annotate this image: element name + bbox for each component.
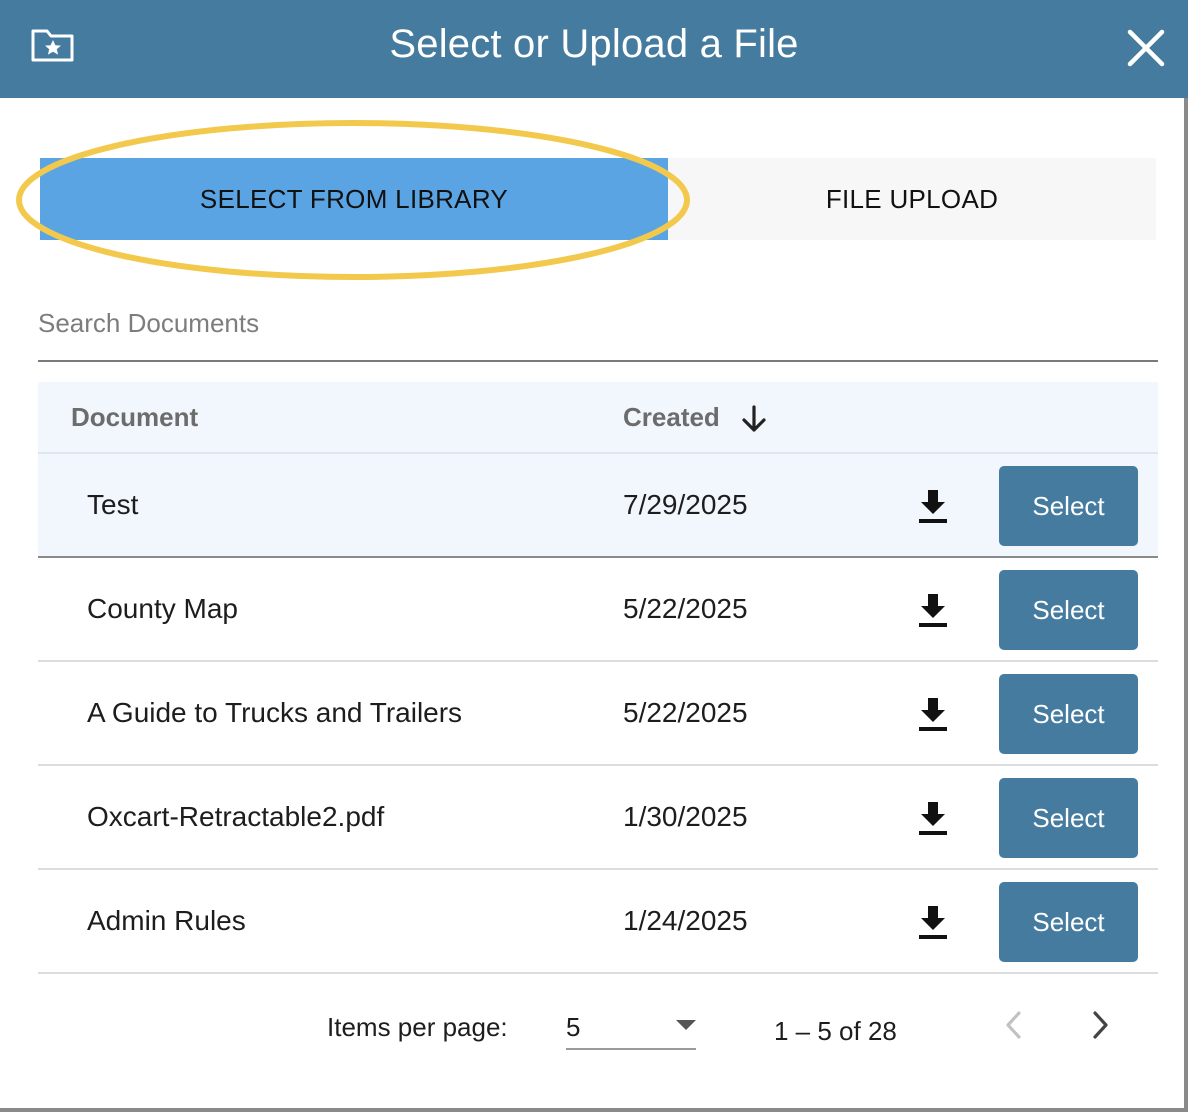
paginator: Items per page: 5 1 – 5 of 28 [0,990,1188,1070]
column-header-document[interactable]: Document [71,382,198,452]
document-name: Oxcart-Retractable2.pdf [87,801,385,832]
chevron-left-icon[interactable] [1000,1008,1026,1042]
search-input[interactable] [38,296,1158,350]
tab-select-from-library[interactable]: SELECT FROM LIBRARY [40,158,668,240]
download-icon[interactable] [916,904,950,940]
close-icon[interactable] [1124,26,1168,70]
table-row[interactable]: A Guide to Trucks and Trailers 5/22/2025… [38,662,1158,766]
dialog-title: Select or Upload a File [389,22,799,66]
download-icon[interactable] [916,696,950,732]
chevron-right-icon[interactable] [1088,1008,1114,1042]
created-date: 1/24/2025 [623,905,748,936]
created-date: 7/29/2025 [623,489,748,520]
items-per-page-value: 5 [566,1012,581,1042]
download-icon[interactable] [916,592,950,628]
document-name: Test [87,489,139,520]
table-row[interactable]: Test 7/29/2025 Select [38,454,1158,558]
select-button[interactable]: Select [999,882,1138,962]
search-field [38,296,1158,362]
table-row[interactable]: Admin Rules 1/24/2025 Select [38,870,1158,974]
caret-down-icon [676,1020,696,1030]
documents-table: Document Created Test 7/29/2025 Select C… [38,382,1158,974]
download-icon[interactable] [916,800,950,836]
document-name: Admin Rules [87,905,246,936]
tab-file-upload[interactable]: FILE UPLOAD [668,158,1156,240]
document-name: County Map [87,593,238,624]
items-per-page-select[interactable]: 5 [566,1002,696,1050]
select-button[interactable]: Select [999,674,1138,754]
select-button[interactable]: Select [999,466,1138,546]
created-date: 1/30/2025 [623,801,748,832]
table-header: Document Created [38,382,1158,454]
created-date: 5/22/2025 [623,697,748,728]
table-row[interactable]: Oxcart-Retractable2.pdf 1/30/2025 Select [38,766,1158,870]
arrow-down-icon[interactable] [740,404,768,434]
items-per-page-label: Items per page: [327,1012,508,1042]
table-row[interactable]: County Map 5/22/2025 Select [38,558,1158,662]
dialog-header: Select or Upload a File [0,0,1188,98]
page-range-label: 1 – 5 of 28 [774,1016,897,1046]
column-header-created[interactable]: Created [623,382,720,452]
created-date: 5/22/2025 [623,593,748,624]
select-button[interactable]: Select [999,778,1138,858]
download-icon[interactable] [916,488,950,524]
file-dialog: Select or Upload a File SELECT FROM LIBR… [0,0,1188,1112]
tab-bar: SELECT FROM LIBRARY FILE UPLOAD [40,158,1156,240]
select-button[interactable]: Select [999,570,1138,650]
document-name: A Guide to Trucks and Trailers [87,697,463,728]
